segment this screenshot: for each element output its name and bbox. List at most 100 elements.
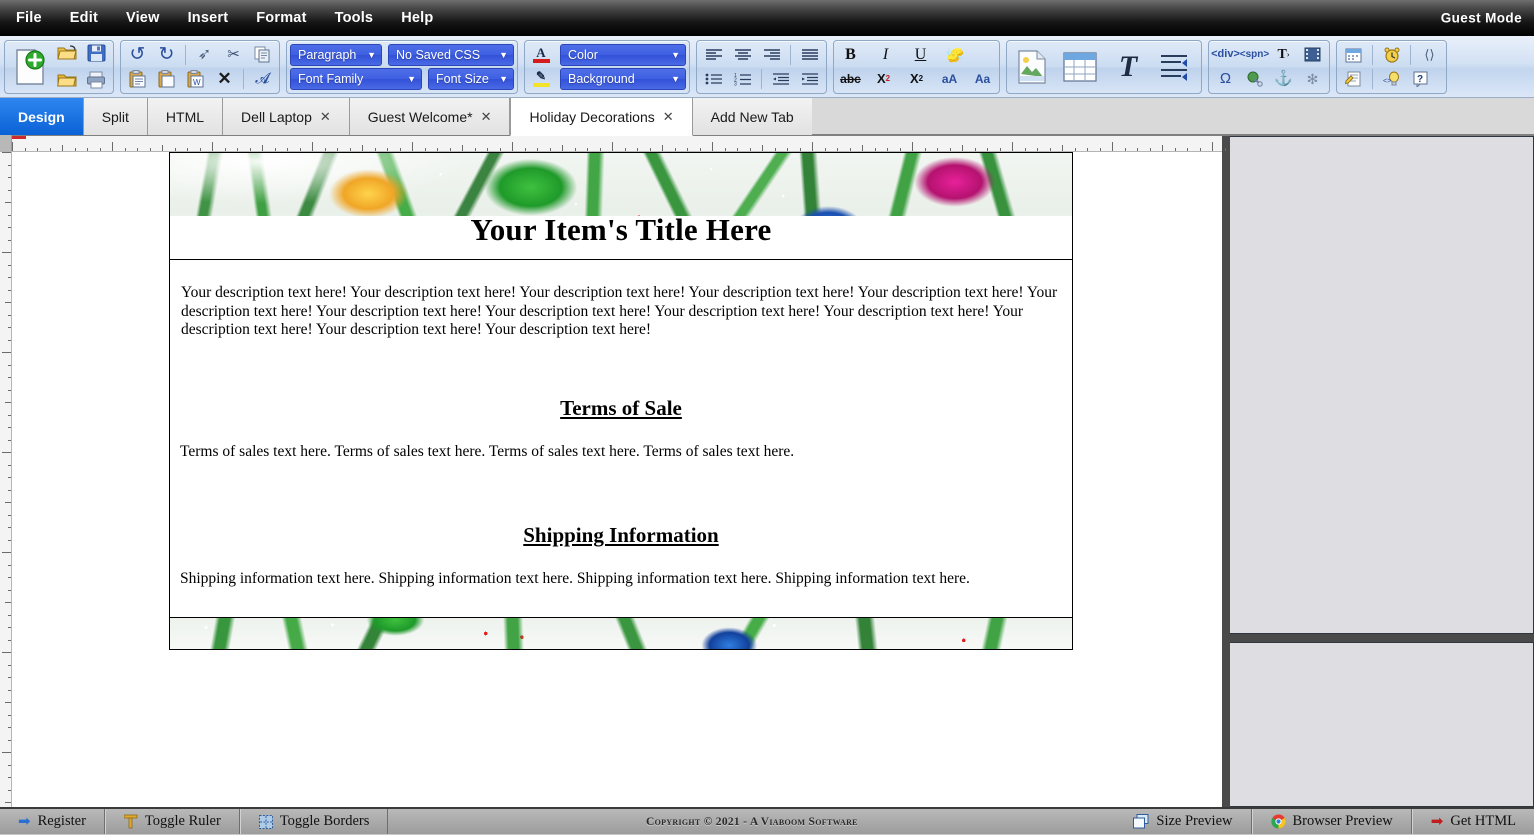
redo-icon[interactable]: ↻ <box>153 43 180 67</box>
align-left-icon[interactable] <box>700 43 727 67</box>
bold-icon[interactable]: B <box>837 43 864 67</box>
vertical-ruler[interactable] <box>0 152 12 807</box>
tips-icon[interactable]: <> <box>1378 67 1405 91</box>
browser-preview-button[interactable]: Browser Preview <box>1251 809 1412 834</box>
notes-icon[interactable] <box>1340 67 1367 91</box>
cut-icon[interactable]: ✂ <box>220 43 247 67</box>
insert-media-icon[interactable] <box>1299 43 1326 67</box>
right-panel-top[interactable] <box>1229 136 1534 634</box>
save-icon[interactable] <box>83 41 110 65</box>
paste-icon[interactable] <box>124 67 151 91</box>
insert-link-icon[interactable] <box>1241 67 1268 91</box>
menu-item-view[interactable]: View <box>114 6 172 30</box>
add-new-tab-button[interactable]: Add New Tab <box>692 98 812 135</box>
insert-span-icon[interactable]: <spn> <box>1240 43 1269 67</box>
horizontal-splitter[interactable] <box>1229 634 1534 642</box>
terms-of-sale-paragraph[interactable]: Terms of sales text here. Terms of sales… <box>180 443 1062 462</box>
open-folder-icon[interactable] <box>54 41 81 65</box>
lowercase-icon[interactable]: aA <box>936 67 963 91</box>
holiday-banner-image-bottom[interactable] <box>169 617 1073 650</box>
insert-text-icon[interactable]: T › <box>1270 43 1297 67</box>
print-icon[interactable] <box>83 68 110 92</box>
align-right-icon[interactable] <box>758 43 785 67</box>
menu-item-tools[interactable]: Tools <box>323 6 386 30</box>
subscript-icon[interactable]: X2 <box>903 67 930 91</box>
line-break-icon[interactable] <box>1154 43 1198 91</box>
calendar-icon[interactable] <box>1340 43 1367 67</box>
font-color-icon[interactable]: A <box>528 46 554 63</box>
ruler-tick <box>1149 148 1151 151</box>
toggle-borders-button[interactable]: Toggle Borders <box>239 809 389 834</box>
design-canvas[interactable]: Your Item's Title Here Your description … <box>12 152 1222 807</box>
vertical-splitter[interactable] <box>1221 136 1230 807</box>
superscript-icon[interactable]: X2 <box>870 67 897 91</box>
insert-text-art-icon[interactable]: T <box>1106 43 1150 91</box>
remove-link-icon[interactable]: ✻ <box>1299 67 1326 91</box>
underline-icon[interactable]: U <box>907 43 934 67</box>
copy-icon[interactable] <box>249 43 276 67</box>
font-size-dropdown[interactable]: Font Size ▼ <box>428 67 514 90</box>
clock-icon[interactable] <box>1378 43 1405 67</box>
delete-icon[interactable]: ✕ <box>211 67 238 91</box>
menu-item-help[interactable]: Help <box>389 6 445 30</box>
insert-image-icon[interactable] <box>1010 43 1054 91</box>
size-preview-label: Size Preview <box>1156 813 1233 829</box>
special-character-icon[interactable]: Ω <box>1212 67 1239 91</box>
numbered-list-icon[interactable]: 123 <box>729 67 756 91</box>
uppercase-icon[interactable]: Aa <box>969 67 996 91</box>
text-color-dropdown[interactable]: Color ▼ <box>560 43 686 66</box>
paragraph-style-dropdown[interactable]: Paragraph ▼ <box>290 43 382 66</box>
terms-of-sale-heading[interactable]: Terms of Sale <box>180 396 1062 421</box>
insert-div-icon[interactable]: <div> <box>1211 43 1240 67</box>
shipping-information-paragraph[interactable]: Shipping information text here. Shipping… <box>180 570 1062 589</box>
document-body[interactable]: Your description text here! Your descrip… <box>169 260 1073 618</box>
doc-tab-holiday-decorations[interactable]: Holiday Decorations ✕ <box>510 98 693 136</box>
outdent-icon[interactable] <box>767 67 794 91</box>
undo-icon[interactable]: ↺ <box>124 43 151 67</box>
menu-item-file[interactable]: File <box>4 6 54 30</box>
ruler-tick <box>49 148 51 151</box>
menu-item-format[interactable]: Format <box>244 6 318 30</box>
menu-item-edit[interactable]: Edit <box>58 6 110 30</box>
get-html-button[interactable]: ➡ Get HTML <box>1411 809 1534 834</box>
close-icon[interactable]: ✕ <box>320 109 331 125</box>
page-title[interactable]: Your Item's Title Here <box>170 212 1072 248</box>
folder-icon[interactable] <box>54 68 81 92</box>
highlight-pencil-icon[interactable]: ✎ <box>528 70 554 87</box>
ruler-tick <box>1174 148 1176 151</box>
font-family-dropdown[interactable]: Font Family ▼ <box>290 67 422 90</box>
strikethrough-icon[interactable]: abc <box>837 67 864 91</box>
tab-design[interactable]: Design <box>0 98 84 135</box>
horizontal-ruler[interactable] <box>0 135 1226 152</box>
select-pointer-icon[interactable]: ➶ <box>191 43 218 67</box>
saved-css-dropdown[interactable]: No Saved CSS ▼ <box>388 43 514 66</box>
menu-item-insert[interactable]: Insert <box>176 6 241 30</box>
insert-table-icon[interactable] <box>1058 43 1102 91</box>
close-icon[interactable]: ✕ <box>663 109 674 125</box>
tab-split[interactable]: Split <box>83 98 148 135</box>
help-icon[interactable]: ? <box>1407 67 1434 91</box>
close-icon[interactable]: ✕ <box>481 109 492 125</box>
indent-icon[interactable] <box>796 67 823 91</box>
size-preview-button[interactable]: Size Preview <box>1115 809 1252 834</box>
italic-icon[interactable]: I <box>872 43 899 67</box>
insert-anchor-icon[interactable]: ⚓ <box>1270 67 1297 91</box>
right-panel-bottom[interactable] <box>1229 642 1534 807</box>
align-center-icon[interactable] <box>729 43 756 67</box>
description-paragraph[interactable]: Your description text here! Your descrip… <box>180 284 1062 340</box>
shipping-information-heading[interactable]: Shipping Information <box>180 523 1062 548</box>
paste-plain-icon[interactable] <box>153 67 180 91</box>
toggle-ruler-button[interactable]: Toggle Ruler <box>104 809 240 834</box>
find-replace-icon[interactable]: 𝓐 <box>249 67 276 91</box>
tab-html[interactable]: HTML <box>147 98 224 135</box>
bullet-list-icon[interactable] <box>700 67 727 91</box>
new-document-icon[interactable] <box>8 43 52 91</box>
register-button[interactable]: ➡ Register <box>0 809 105 834</box>
doc-tab-guest-welcome[interactable]: Guest Welcome* ✕ <box>349 98 511 135</box>
doc-tab-dell-laptop[interactable]: Dell Laptop ✕ <box>223 98 350 135</box>
paste-word-icon[interactable]: W <box>182 67 209 91</box>
align-justify-icon[interactable] <box>796 43 823 67</box>
ruler-tick <box>587 148 588 151</box>
clean-code-icon[interactable]: ⟨⟩ <box>1416 43 1443 67</box>
background-color-dropdown[interactable]: Background ▼ <box>560 67 686 90</box>
